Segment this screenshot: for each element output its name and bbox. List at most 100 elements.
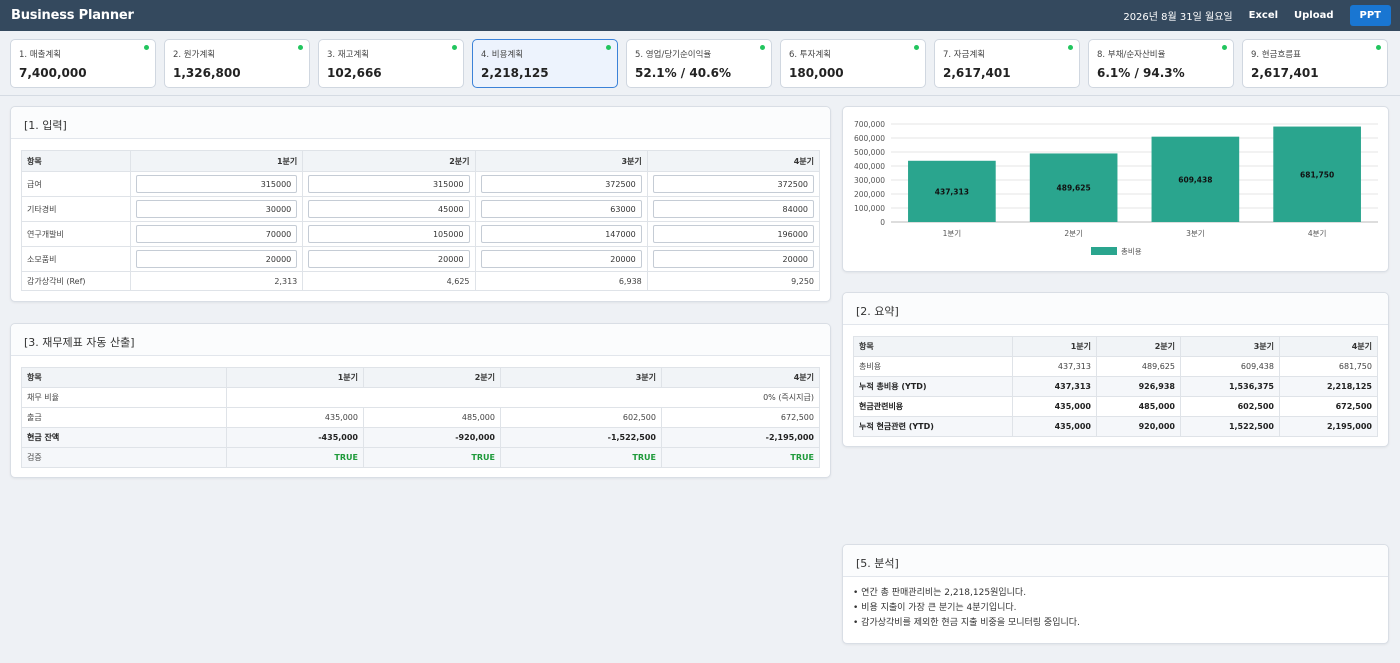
rnd-q3-input[interactable] [480, 225, 642, 243]
table-row: 기타경비 [21, 196, 821, 222]
card-expense-plan[interactable]: 4. 비용계획 2,218,125 [472, 39, 618, 88]
excel-button[interactable]: Excel [1249, 10, 1278, 21]
row-label: 총비용 [853, 356, 1013, 377]
financial-statement-panel: [3. 재무제표 자동 산출] 항목 1분기 2분기 3분기 4분기 채무 비율… [10, 323, 831, 478]
rnd-q2-input[interactable] [308, 225, 470, 243]
card-label: 1. 매출계획 [19, 50, 62, 60]
table-header-row: 항목 1분기 2분기 3분기 4분기 [21, 150, 821, 172]
y-tick-label: 400,000 [854, 162, 885, 171]
x-tick-label: 1분기 [943, 229, 962, 238]
validation-cell: TRUE [226, 447, 364, 468]
ppt-button[interactable]: PPT [1349, 5, 1391, 26]
table-cell: 602,500 [500, 407, 662, 428]
status-dot [1222, 45, 1227, 50]
supplies-q3-input[interactable] [480, 250, 642, 268]
card-debt-ratio[interactable]: 8. 부채/순자산비율 6.1% / 94.3% [1088, 39, 1234, 88]
validation-cell: TRUE [500, 447, 662, 468]
plan-cards: 1. 매출계획 7,400,000 2. 원가계획 1,326,800 3. 재고계… [10, 39, 1388, 88]
card-label: 4. 비용계획 [481, 50, 524, 60]
salary-q4-input[interactable] [652, 175, 814, 193]
table-cell: -920,000 [363, 427, 501, 448]
table-cell: 485,000 [1096, 396, 1181, 417]
card-value: 2,218,125 [481, 66, 549, 80]
table-row: 검증 TRUE TRUE TRUE TRUE [21, 447, 820, 468]
table-cell: 602,500 [1180, 396, 1280, 417]
panel-title: [2. 요약] [843, 293, 1388, 325]
debt-ratio-value: 0% (즉시지급) [226, 387, 820, 408]
card-funding-plan[interactable]: 7. 자금계획 2,617,401 [934, 39, 1080, 88]
card-value: 102,666 [327, 66, 382, 80]
card-inventory-plan[interactable]: 3. 재고계획 102,666 [318, 39, 464, 88]
row-label: 급여 [21, 171, 131, 197]
status-dot [1376, 45, 1381, 50]
panel-title: [1. 입력] [11, 107, 830, 139]
status-dot [760, 45, 765, 50]
table-cell: 437,313 [1012, 356, 1097, 377]
table-row: 출금 435,000 485,000 602,500 672,500 [21, 407, 820, 428]
x-tick-label: 4분기 [1308, 229, 1327, 238]
row-label: 연구개발비 [21, 221, 131, 247]
table-cell: 672,500 [1279, 396, 1378, 417]
rnd-q1-input[interactable] [136, 225, 298, 243]
analysis-line: • 감가상각비를 제외한 현금 지출 비중을 모니터링 중입니다. [853, 618, 1080, 628]
salary-q2-input[interactable] [308, 175, 470, 193]
supplies-q4-input[interactable] [652, 250, 814, 268]
table-cell: 2,313 [129, 271, 304, 291]
row-label: 현금 잔액 [21, 427, 227, 448]
table-row: 누적 총비용 (YTD) 437,313 926,938 1,536,375 2… [853, 376, 1378, 397]
supplies-q2-input[interactable] [308, 250, 470, 268]
table-cell: 9,250 [646, 271, 821, 291]
column-header: 항목 [21, 367, 227, 388]
other-expense-q3-input[interactable] [480, 200, 642, 218]
row-label: 출금 [21, 407, 227, 428]
salary-q3-input[interactable] [480, 175, 642, 193]
table-cell: 435,000 [226, 407, 364, 428]
card-investment-plan[interactable]: 6. 투자계획 180,000 [780, 39, 926, 88]
expense-bar-chart: 0 100,000 200,000 300,000 400,000 500,000 600,… [854, 120, 1378, 256]
column-header: 2분기 [302, 150, 476, 172]
upload-button[interactable]: Upload [1294, 10, 1333, 21]
validation-cell: TRUE [661, 447, 820, 468]
status-dot [144, 45, 149, 50]
card-value: 1,326,800 [173, 66, 241, 80]
supplies-q1-input[interactable] [136, 250, 298, 268]
column-header: 항목 [21, 150, 131, 172]
legend-swatch [1091, 247, 1117, 255]
table-row: 감가상각비 (Ref) 2,313 4,625 6,938 9,250 [21, 271, 821, 291]
card-value: 7,400,000 [19, 66, 87, 80]
card-value: 6.1% / 94.3% [1097, 66, 1185, 80]
table-cell: 920,000 [1096, 416, 1181, 437]
row-label: 검증 [21, 447, 227, 468]
panel-title: [5. 분석] [843, 545, 1388, 577]
column-header: 4분기 [661, 367, 820, 388]
data-label: 437,313 [935, 187, 969, 196]
card-label: 6. 투자계획 [789, 50, 832, 60]
card-sales-plan[interactable]: 1. 매출계획 7,400,000 [10, 39, 156, 88]
summary-table: 항목 1분기 2분기 3분기 4분기 총비용 437,313 489,625 6… [853, 336, 1378, 437]
row-label: 누적 현금관련 (YTD) [853, 416, 1013, 437]
card-cash-flow[interactable]: 9. 현금흐름표 2,617,401 [1242, 39, 1388, 88]
other-expense-q4-input[interactable] [652, 200, 814, 218]
y-tick-label: 300,000 [854, 176, 885, 185]
salary-q1-input[interactable] [136, 175, 298, 193]
column-header: 1분기 [129, 150, 304, 172]
card-profit-ratio[interactable]: 5. 영업/당기순이익율 52.1% / 40.6% [626, 39, 772, 88]
other-expense-q2-input[interactable] [308, 200, 470, 218]
card-label: 5. 영업/당기순이익율 [635, 50, 712, 60]
y-tick-label: 600,000 [854, 134, 885, 143]
other-expense-q1-input[interactable] [136, 200, 298, 218]
card-value: 180,000 [789, 66, 844, 80]
table-cell: 4,625 [302, 271, 476, 291]
card-label: 8. 부채/순자산비율 [1097, 50, 1166, 60]
y-tick-label: 500,000 [854, 148, 885, 157]
card-value: 2,617,401 [1251, 66, 1319, 80]
card-cost-plan[interactable]: 2. 원가계획 1,326,800 [164, 39, 310, 88]
row-label: 채무 비율 [21, 387, 227, 408]
row-label: 소모품비 [21, 246, 131, 272]
y-tick-label: 0 [880, 218, 885, 227]
table-cell: -1,522,500 [500, 427, 662, 448]
expense-chart-panel: 0 100,000 200,000 300,000 400,000 500,000 600,… [842, 106, 1389, 272]
rnd-q4-input[interactable] [652, 225, 814, 243]
current-date: 2026년 8월 31일 월요일 [1123, 12, 1233, 23]
table-cell: 1,522,500 [1180, 416, 1280, 437]
